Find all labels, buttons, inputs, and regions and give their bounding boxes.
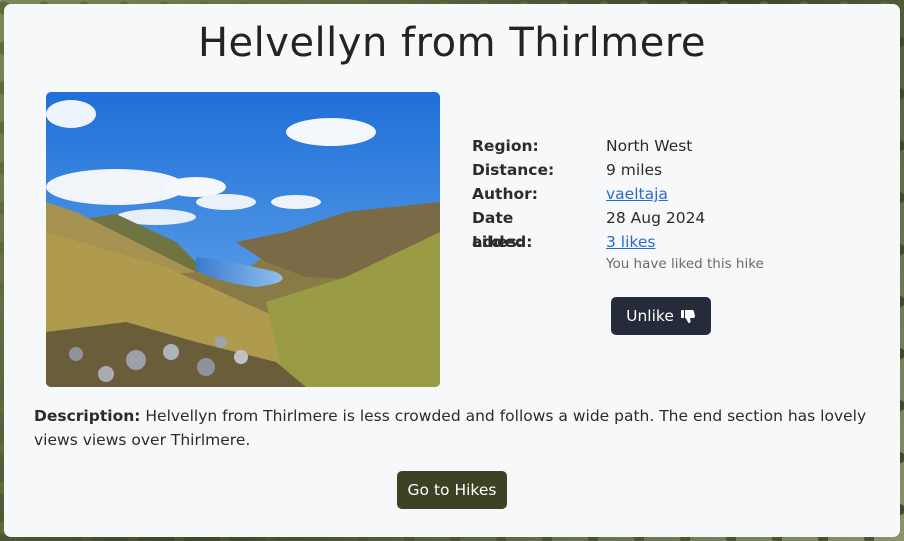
description-label: Description: xyxy=(34,407,141,425)
go-to-hikes-button[interactable]: Go to Hikes xyxy=(397,471,507,509)
liked-status-text: You have liked this hike xyxy=(606,256,764,272)
hike-detail-card: Helvellyn from Thirlmere Region: North W… xyxy=(4,4,900,537)
thumbs-down-icon xyxy=(680,310,695,323)
region-value: North West xyxy=(606,137,693,155)
description-text: Helvellyn from Thirlmere is less crowded… xyxy=(34,407,867,449)
distance-label: Distance: xyxy=(472,161,555,179)
unlike-button-label: Unlike xyxy=(626,307,674,325)
hike-photo xyxy=(46,92,440,387)
hike-description: Description: Helvellyn from Thirlmere is… xyxy=(34,404,874,452)
distance-value: 9 miles xyxy=(606,161,663,179)
page-title: Helvellyn from Thirlmere xyxy=(197,20,707,66)
unlike-button[interactable]: Unlike xyxy=(611,297,711,335)
author-link[interactable]: vaeltaja xyxy=(606,185,668,203)
likes-link[interactable]: 3 likes xyxy=(606,233,655,251)
region-label: Region: xyxy=(472,137,539,155)
likes-label: Likes: xyxy=(472,233,524,251)
author-label: Author: xyxy=(472,185,538,203)
date-value: 28 Aug 2024 xyxy=(606,209,706,227)
